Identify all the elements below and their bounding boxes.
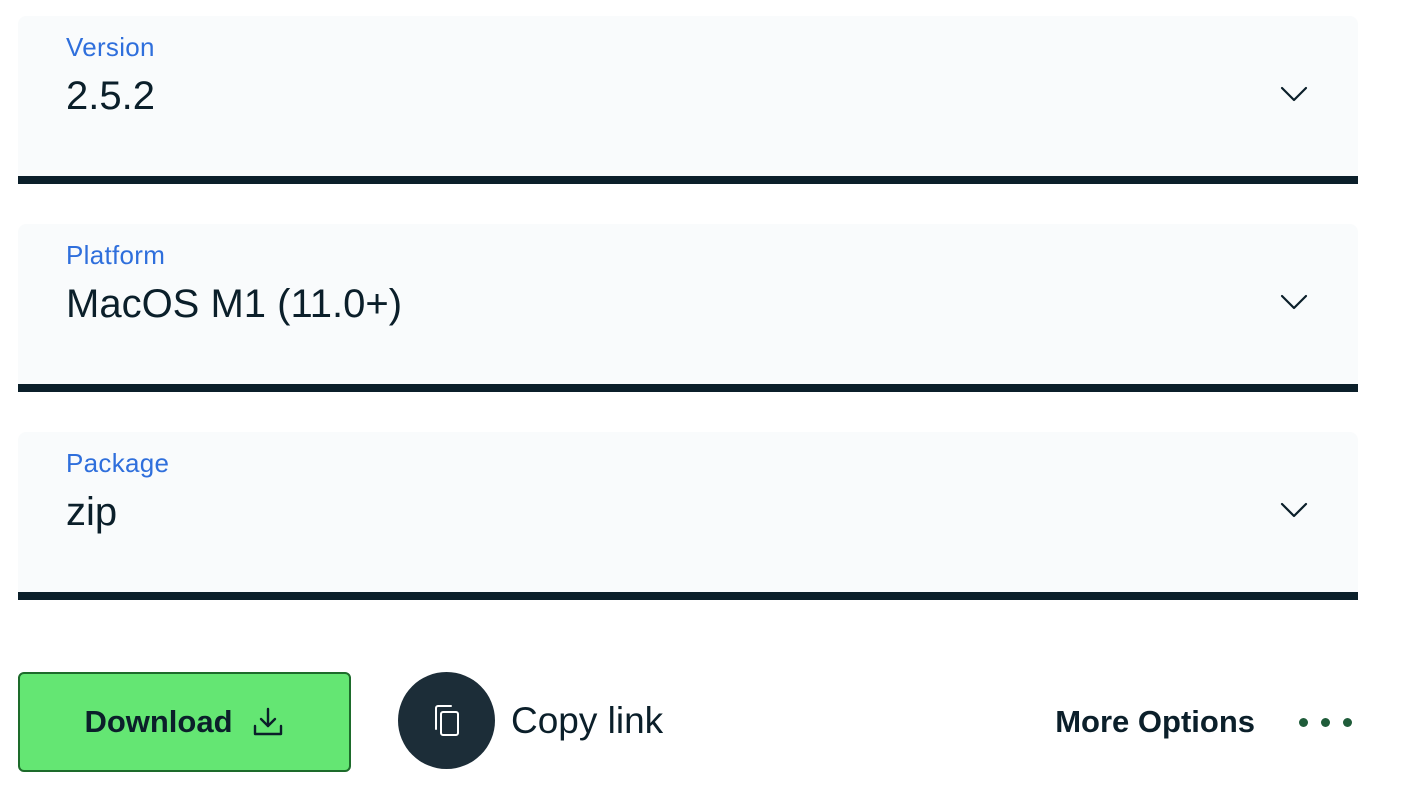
download-icon	[251, 705, 285, 739]
ellipsis-icon[interactable]	[1299, 717, 1352, 727]
platform-value: MacOS M1 (11.0+)	[66, 282, 403, 326]
package-select[interactable]: Package zip	[18, 432, 1358, 600]
ellipsis-dot	[1299, 717, 1308, 727]
copy-icon	[434, 704, 459, 736]
package-label: Package	[66, 448, 170, 478]
chevron-down-icon[interactable]	[1278, 78, 1310, 110]
platform-label: Platform	[66, 240, 166, 270]
version-label: Version	[66, 32, 155, 62]
platform-select[interactable]: Platform MacOS M1 (11.0+)	[18, 224, 1358, 392]
version-select[interactable]: Version 2.5.2	[18, 16, 1358, 184]
package-value: zip	[66, 490, 118, 534]
copy-link-label: Copy link	[511, 699, 664, 741]
more-options-button[interactable]: More Options	[1055, 696, 1352, 748]
download-button[interactable]: Download	[18, 672, 351, 772]
chevron-down-icon[interactable]	[1278, 286, 1310, 318]
download-panel: Version 2.5.2 Platform MacOS M1 (11.0+) …	[0, 0, 1412, 802]
copy-link-button[interactable]: Copy link	[398, 672, 663, 769]
version-value: 2.5.2	[66, 74, 155, 118]
more-options-label: More Options	[1055, 704, 1255, 739]
copy-icon-circle[interactable]	[398, 672, 495, 769]
chevron-down-icon[interactable]	[1278, 494, 1310, 526]
download-button-label: Download	[84, 704, 233, 739]
ellipsis-dot	[1321, 717, 1330, 727]
ellipsis-dot	[1343, 717, 1352, 727]
